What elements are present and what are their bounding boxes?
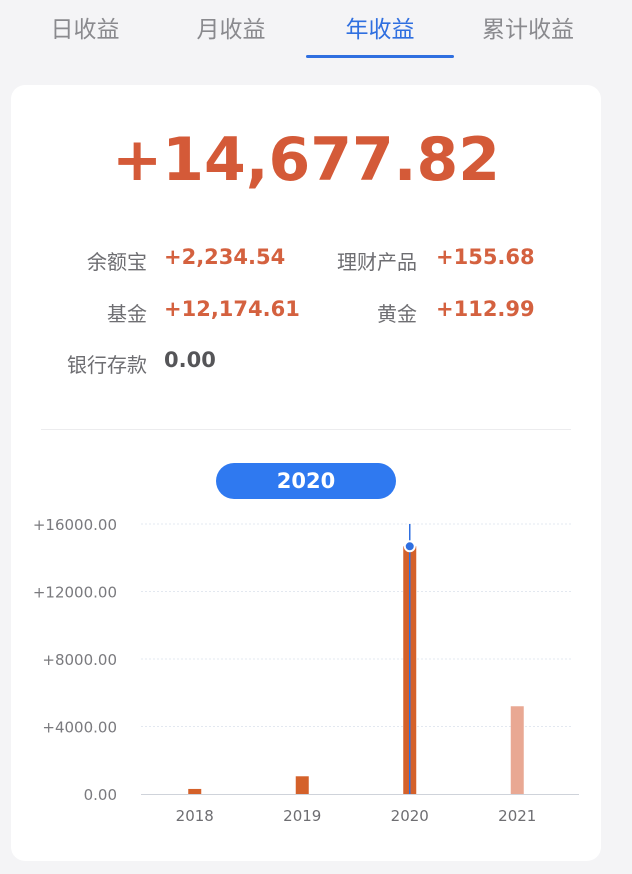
yearly-earnings-chart[interactable]: 0.00 +4000.00 +8000.00 +12000.00 +16000.00 20… [11, 505, 601, 835]
label-gold: 黄金 [377, 302, 417, 326]
value-gold: +112.99 [436, 297, 535, 321]
period-tabs: 日收益 月收益 年收益 累计收益 [0, 0, 632, 62]
value-funds: +12,174.61 [164, 297, 300, 321]
label-bank-deposit: 银行存款 [67, 353, 147, 377]
active-tab-indicator [306, 55, 454, 58]
x-tick-label: 2021 [498, 807, 536, 825]
label-wealth-products: 理财产品 [337, 250, 417, 274]
y-tick-label: +8000.00 [42, 651, 117, 669]
x-tick-label: 2019 [283, 807, 321, 825]
bar-2019[interactable] [295, 776, 309, 794]
y-tick-label: +12000.00 [33, 584, 117, 602]
value-wealth-products: +155.68 [436, 245, 535, 269]
label-funds: 基金 [107, 302, 147, 326]
tab-yearly[interactable]: 年收益 [335, 10, 425, 50]
tab-daily[interactable]: 日收益 [40, 10, 130, 50]
tab-monthly[interactable]: 月收益 [186, 10, 276, 50]
x-tick-label: 2020 [391, 807, 429, 825]
selection-point [403, 540, 416, 553]
y-tick-label: +16000.00 [33, 516, 117, 534]
value-bank-deposit: 0.00 [164, 348, 216, 372]
y-tick-label: 0.00 [84, 786, 117, 804]
value-yuebao: +2,234.54 [164, 245, 286, 269]
total-earnings: +14,677.82 [111, 125, 501, 195]
tab-cumulative[interactable]: 累计收益 [468, 10, 588, 50]
divider [41, 429, 571, 430]
earnings-card: +14,677.82 余额宝 +2,234.54 理财产品 +155.68 基金… [11, 85, 601, 861]
bar-2021[interactable] [510, 706, 524, 794]
y-tick-label: +4000.00 [42, 719, 117, 737]
bar-2018[interactable] [188, 788, 202, 794]
selected-year-badge[interactable]: 2020 [216, 463, 396, 499]
x-tick-label: 2018 [176, 807, 214, 825]
label-yuebao: 余额宝 [87, 250, 147, 274]
